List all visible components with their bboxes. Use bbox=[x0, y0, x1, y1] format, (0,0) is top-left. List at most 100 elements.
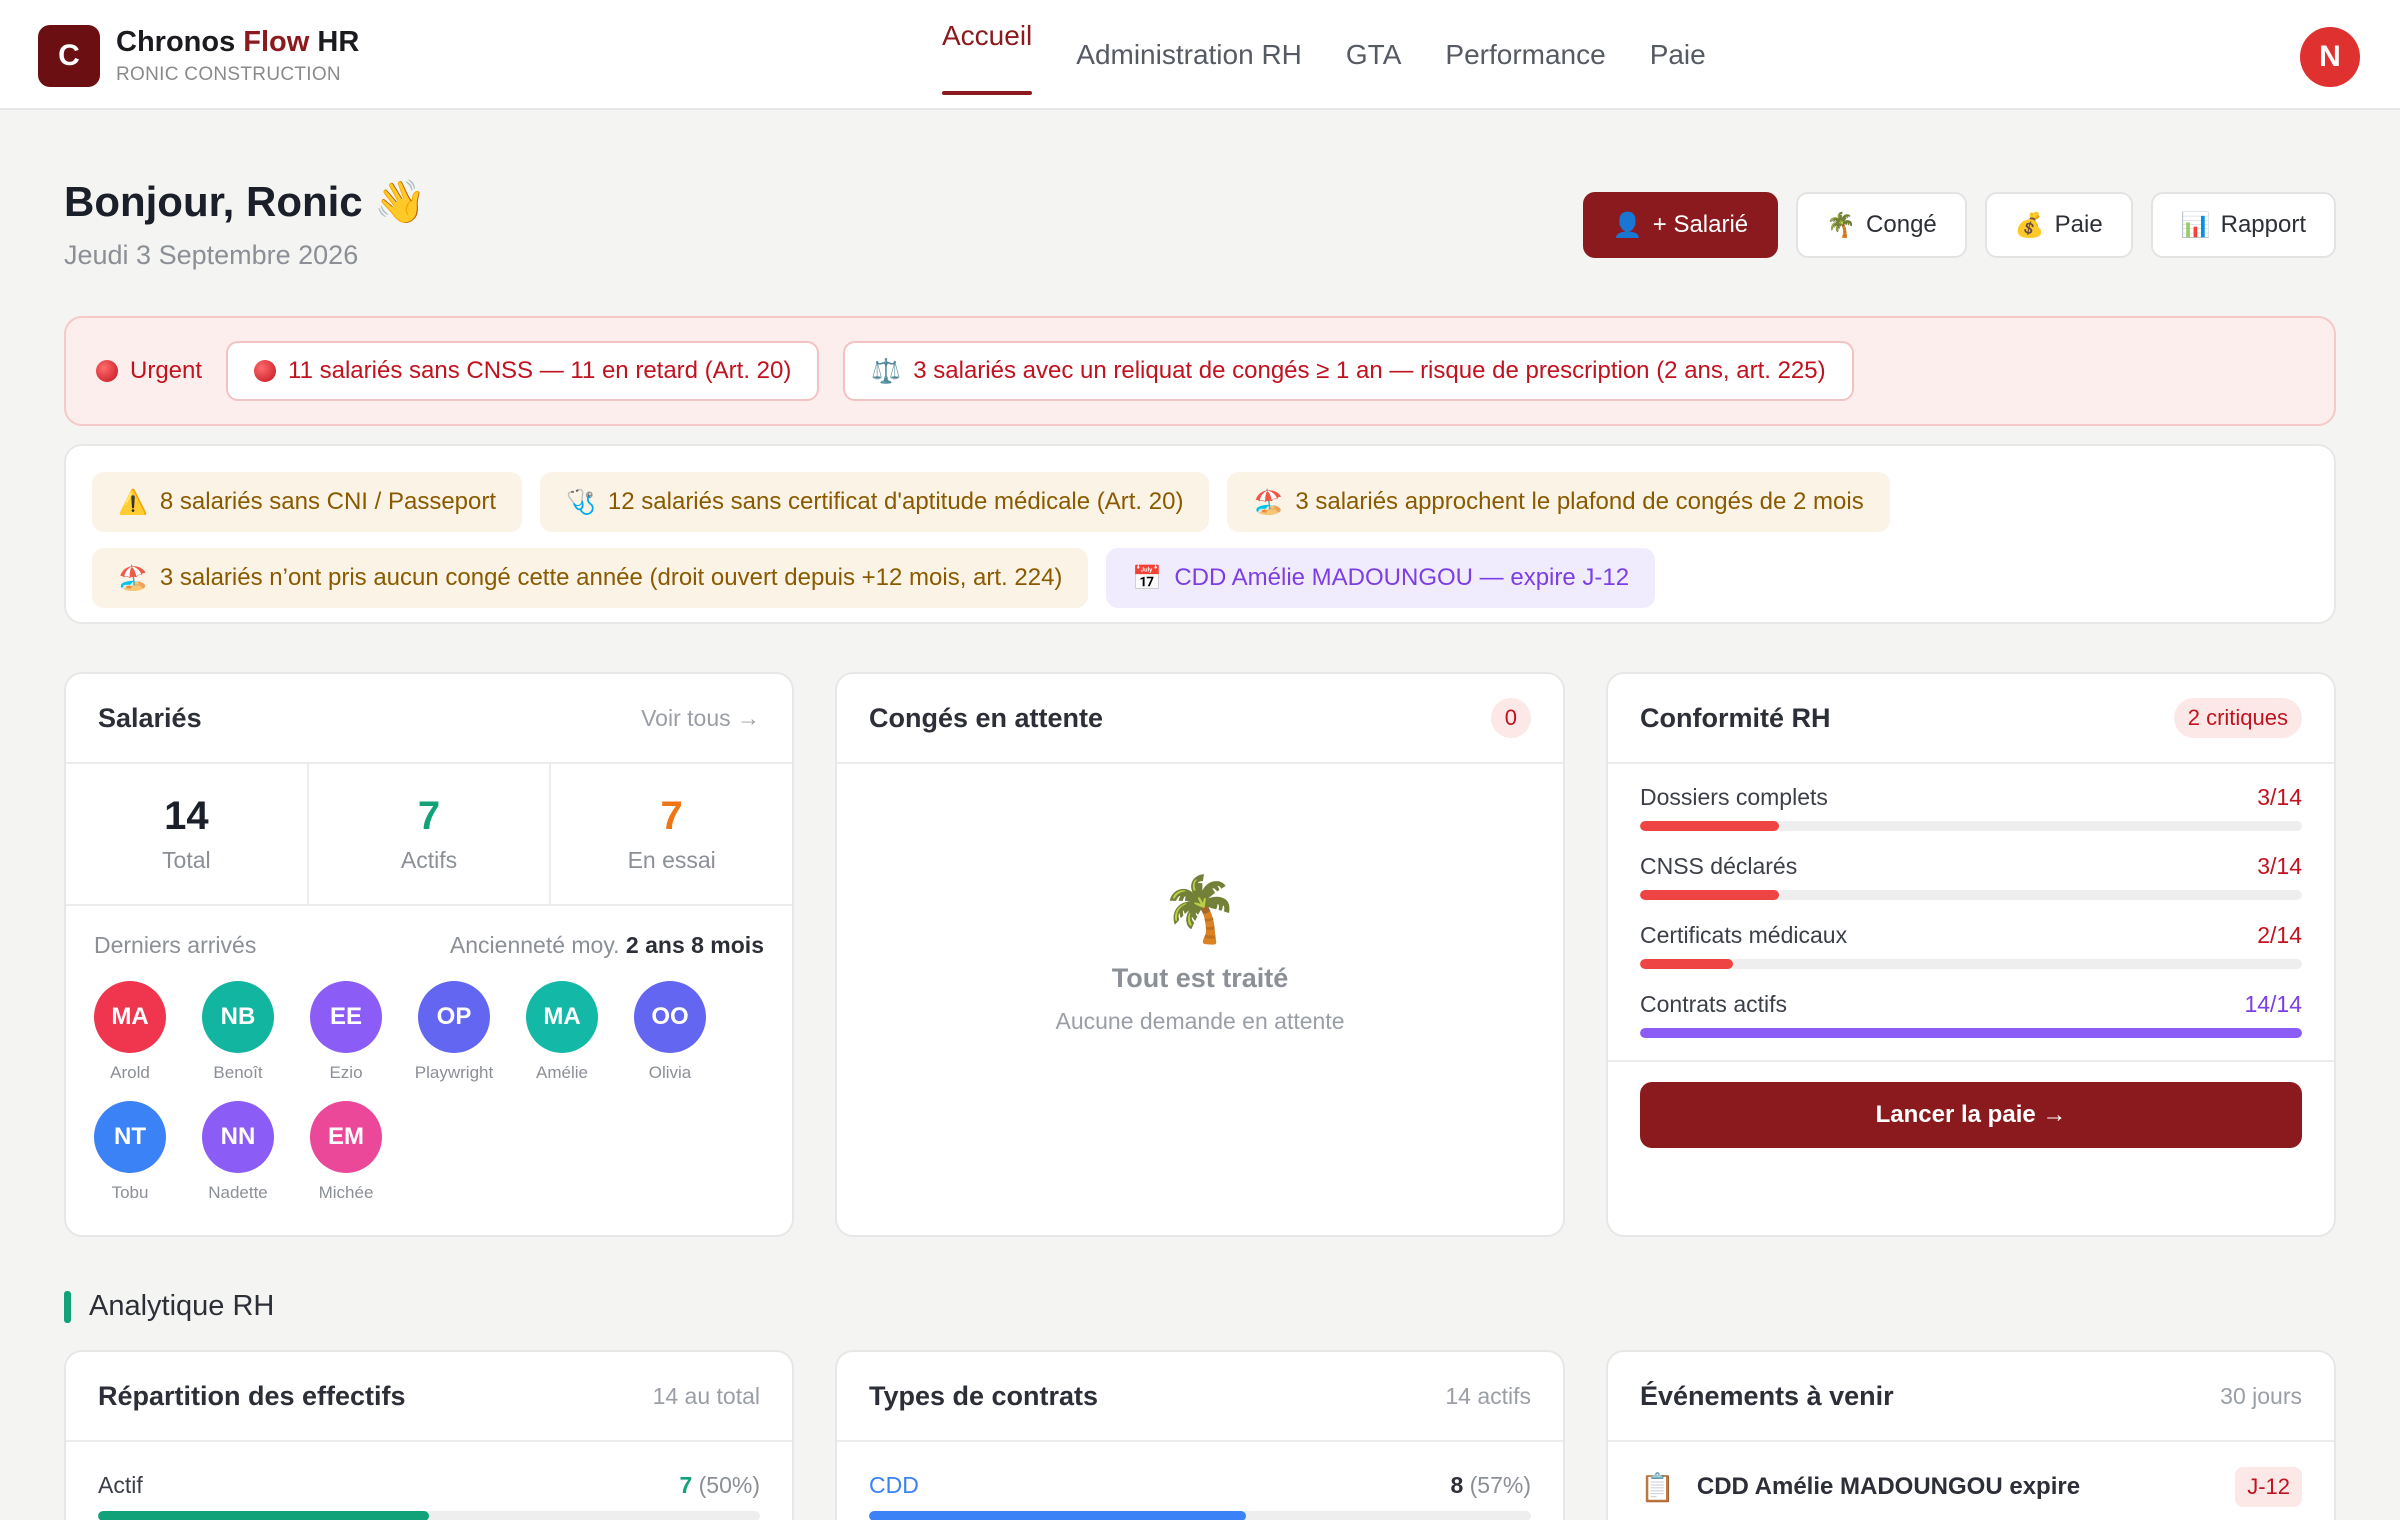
add-employee-button[interactable]: 👤 + Salarié bbox=[1582, 192, 1779, 258]
compliance-list: Dossiers complets 3/14 CNSS déclarés 3/14 Ce… bbox=[1608, 764, 2334, 1038]
nav-administration-rh[interactable]: Administration RH bbox=[1054, 0, 1324, 110]
employee-avatar-item[interactable]: NT Tobu bbox=[76, 1101, 184, 1203]
nav-paie[interactable]: Paie bbox=[1628, 0, 1728, 110]
money-bag-icon: 💰 bbox=[2014, 211, 2045, 239]
avatar-name: Ezio bbox=[329, 1063, 363, 1082]
app-title: Chronos Flow HR bbox=[116, 26, 359, 59]
compliance-title: Conformité RH bbox=[1640, 702, 1831, 733]
compliance-item: Dossiers complets 3/14 bbox=[1640, 784, 2302, 831]
event-countdown-badge: J-12 bbox=[2235, 1467, 2302, 1507]
compliance-item: Certificats médicaux 2/14 bbox=[1640, 922, 2302, 969]
beach-icon: 🏖️ bbox=[1253, 488, 1284, 516]
compliance-progress-fill bbox=[1640, 821, 1780, 831]
compliance-progress-bar bbox=[1640, 959, 2302, 969]
event-text: CDD Amélie MADOUNGOU expire bbox=[1696, 1473, 2081, 1500]
distribution-bar-fill bbox=[98, 1511, 429, 1520]
compliance-row: Contrats actifs 14/14 bbox=[1640, 991, 2302, 1018]
compliance-item: Contrats actifs 14/14 bbox=[1640, 991, 2302, 1038]
leave-button[interactable]: 🌴 Congé bbox=[1796, 192, 1967, 258]
user-avatar[interactable]: N bbox=[2300, 27, 2360, 87]
user-icon: 👤 bbox=[1612, 211, 1643, 239]
average-seniority: Ancienneté moy. 2 ans 8 mois bbox=[450, 932, 764, 959]
distribution-share: (50%) bbox=[698, 1472, 760, 1498]
report-button[interactable]: 📊 Rapport bbox=[2150, 192, 2336, 258]
beach-icon: 🏖️ bbox=[118, 564, 148, 592]
avatar: EE bbox=[310, 981, 382, 1053]
compliance-value: 2/14 bbox=[2257, 922, 2302, 948]
upcoming-events-title: Événements à venir bbox=[1640, 1380, 1894, 1411]
employees-card-header: Salariés Voir tous → bbox=[66, 674, 792, 764]
nav-performance[interactable]: Performance bbox=[1423, 0, 1627, 110]
palm-tree-icon: 🌴 bbox=[1160, 873, 1240, 945]
quick-actions: 👤 + Salarié 🌴 Congé 💰 Paie 📊 Rapport bbox=[1582, 192, 2336, 258]
avatar: OO bbox=[634, 981, 706, 1053]
compliance-card: Conformité RH 2 critiques Dossiers compl… bbox=[1606, 672, 2336, 1237]
alert-leave-ceiling[interactable]: 🏖️ 3 salariés approchent le plafond de co… bbox=[1227, 472, 1890, 532]
employees-card-title: Salariés bbox=[98, 702, 202, 733]
stat-active: 7 Actifs bbox=[309, 764, 552, 904]
alert-missing-id[interactable]: ⚠️ 8 salariés sans CNI / Passeport bbox=[92, 472, 523, 532]
greeting-title: Bonjour, Ronic 👋 bbox=[64, 178, 427, 225]
avatar-name: Tobu bbox=[111, 1183, 149, 1202]
alert-leave-prescription[interactable]: ⚖️ 3 salariés avec un reliquat de congés … bbox=[843, 341, 1854, 401]
contract-bar-fill bbox=[869, 1511, 1247, 1520]
stat-trial: 7 En essai bbox=[551, 764, 792, 904]
average-seniority-value: 2 ans 8 mois bbox=[625, 932, 764, 958]
avatar: NB bbox=[202, 981, 274, 1053]
employee-avatar-item[interactable]: EE Ezio bbox=[292, 981, 400, 1083]
event-item[interactable]: 📋 CDD Amélie MADOUNGOU expire J-12 bbox=[1608, 1442, 2334, 1520]
compliance-label: Certificats médicaux bbox=[1640, 922, 1848, 948]
avatar-name: Nadette bbox=[208, 1183, 268, 1202]
contract-types-meta: 14 actifs bbox=[1445, 1382, 1531, 1409]
alert-cnss-text: 11 salariés sans CNSS — 11 en retard (Ar… bbox=[288, 357, 792, 384]
employee-avatar-item[interactable]: OO Olivia bbox=[616, 981, 724, 1083]
pending-leaves-count: 0 bbox=[1490, 698, 1531, 738]
employee-avatar-item[interactable]: EM Michée bbox=[292, 1101, 400, 1203]
stat-active-value: 7 bbox=[417, 794, 441, 838]
nav-accueil[interactable]: Accueil bbox=[920, 0, 1054, 110]
upcoming-events-header: Événements à venir 30 jours bbox=[1608, 1352, 2334, 1442]
compliance-value: 3/14 bbox=[2257, 853, 2302, 879]
recent-arrivals-row: Derniers arrivés Ancienneté moy. 2 ans 8… bbox=[66, 906, 792, 959]
employee-avatar-item[interactable]: MA Arold bbox=[76, 981, 184, 1083]
compliance-row: Dossiers complets 3/14 bbox=[1640, 784, 2302, 811]
compliance-progress-fill bbox=[1640, 1028, 2302, 1038]
average-seniority-label: Ancienneté moy. bbox=[449, 932, 620, 958]
employee-avatar-item[interactable]: NB Benoît bbox=[184, 981, 292, 1083]
employee-avatar-item[interactable]: MA Amélie bbox=[508, 981, 616, 1083]
compliance-divider bbox=[1608, 1060, 2334, 1062]
alert-cdd-expiry-text: CDD Amélie MADOUNGOU — expire J-12 bbox=[1174, 564, 1630, 591]
employee-avatar-item[interactable]: NN Nadette bbox=[184, 1101, 292, 1203]
clipboard-icon: 📋 bbox=[1640, 1471, 1675, 1503]
upcoming-events-card: Événements à venir 30 jours 📋 CDD Amélie… bbox=[1606, 1350, 2336, 1520]
avatar: MA bbox=[526, 981, 598, 1053]
view-all-link[interactable]: Voir tous → bbox=[641, 705, 760, 732]
employee-avatar-item[interactable]: OP Playwright bbox=[400, 981, 508, 1083]
nav-gta[interactable]: GTA bbox=[1324, 0, 1423, 110]
payroll-button[interactable]: 💰 Paie bbox=[1984, 192, 2133, 258]
medical-icon: 🩺 bbox=[566, 488, 596, 516]
compliance-value: 14/14 bbox=[2244, 991, 2302, 1017]
recent-arrivals-avatars: MA Arold NB Benoît EE Ezio OP Playwright MA Améli… bbox=[66, 959, 792, 1203]
stat-active-label: Actifs bbox=[400, 847, 458, 873]
compliance-progress-bar bbox=[1640, 1028, 2302, 1038]
avatar: NT bbox=[94, 1101, 166, 1173]
calendar-icon: 📅 bbox=[1132, 564, 1163, 592]
alert-cnss[interactable]: 11 salariés sans CNSS — 11 en retard (Ar… bbox=[226, 341, 820, 401]
leave-label: Congé bbox=[1866, 211, 1937, 238]
alert-medical-certificate-text: 12 salariés sans certificat d'aptitude m… bbox=[607, 488, 1184, 515]
run-payroll-button[interactable]: Lancer la paie → bbox=[1640, 1082, 2302, 1148]
add-employee-label: + Salarié bbox=[1652, 211, 1749, 238]
distribution-row: Actif 7 (50%) bbox=[98, 1472, 760, 1499]
analytics-section-title: Analytique RH bbox=[64, 1290, 274, 1323]
avatar-name: Amélie bbox=[536, 1063, 588, 1082]
alert-medical-certificate[interactable]: 🩺 12 salariés sans certificat d'aptitude … bbox=[540, 472, 1210, 532]
alert-missing-id-text: 8 salariés sans CNI / Passeport bbox=[159, 488, 497, 515]
alert-no-leave-taken[interactable]: 🏖️ 3 salariés n’ont pris aucun congé cett… bbox=[92, 548, 1089, 608]
alert-cdd-expiry[interactable]: 📅 CDD Amélie MADOUNGOU — expire J-12 bbox=[1106, 548, 1656, 608]
alert-leave-ceiling-text: 3 salariés approchent le plafond de cong… bbox=[1295, 488, 1864, 515]
app-logo[interactable]: C bbox=[38, 25, 100, 87]
critical-badge: 2 critiques bbox=[2173, 698, 2302, 738]
distribution-bar bbox=[98, 1511, 760, 1520]
logo-letter: C bbox=[58, 39, 80, 72]
